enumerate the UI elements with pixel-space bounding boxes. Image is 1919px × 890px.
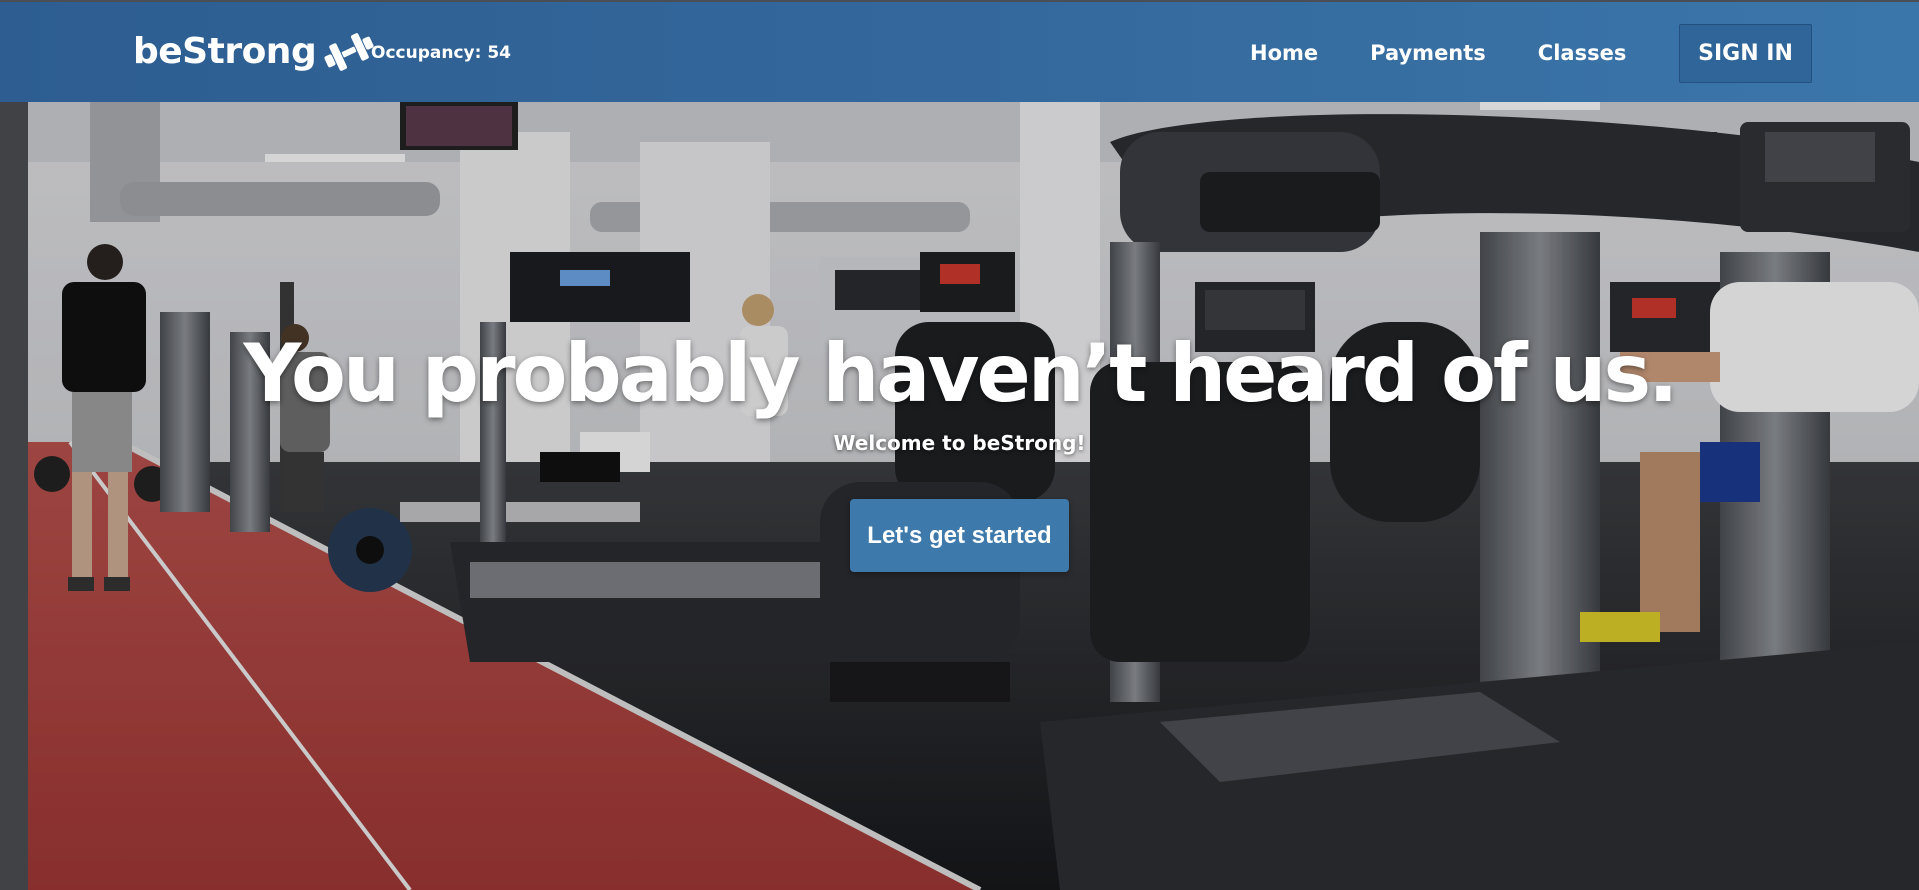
nav-home-link[interactable]: Home [1250, 34, 1318, 72]
brand-logo-link[interactable]: beStrong [133, 30, 376, 74]
get-started-button[interactable]: Let's get started [850, 499, 1069, 572]
navbar: beStrong Occupancy: 54 Home Payments Cla… [0, 0, 1919, 102]
main-nav: Home Payments Classes [1250, 34, 1678, 72]
dumbbell-icon [324, 33, 374, 71]
sign-in-button[interactable]: SIGN IN [1679, 24, 1812, 83]
occupancy-status: Occupancy: 54 [371, 43, 511, 63]
hero-content: You probably haven’t heard of us. Welcom… [0, 102, 1919, 890]
brand-name: beStrong [133, 31, 317, 72]
hero-subtitle: Welcome to beStrong! [833, 431, 1086, 455]
nav-payments-link[interactable]: Payments [1370, 34, 1486, 72]
nav-classes-link[interactable]: Classes [1538, 34, 1627, 72]
hero-section: You probably haven’t heard of us. Welcom… [0, 102, 1919, 890]
hero-title: You probably haven’t heard of us. [243, 327, 1678, 420]
